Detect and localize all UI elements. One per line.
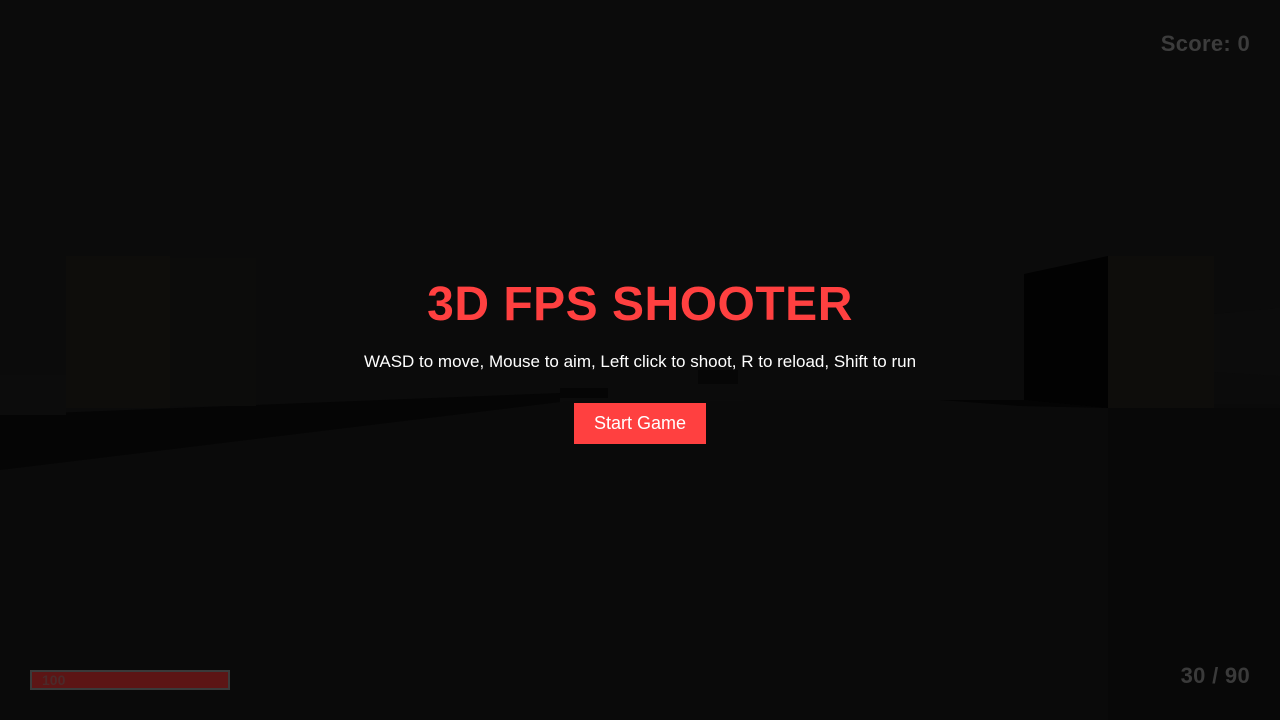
- health-bar: 100: [30, 670, 230, 690]
- score-display: Score: 0: [1160, 31, 1250, 56]
- health-value: 100: [42, 672, 66, 688]
- controls-instructions: WASD to move, Mouse to aim, Left click t…: [363, 352, 917, 371]
- start-game-button[interactable]: Start Game: [574, 403, 706, 444]
- ammo-display: 30 / 90: [1180, 663, 1250, 688]
- game-title: 3D FPS SHOOTER: [427, 278, 853, 331]
- game-viewport[interactable]: Score: 0 100 30 / 90 3D FPS SHOOTER WASD…: [0, 0, 1280, 720]
- start-menu: 3D FPS SHOOTER WASD to move, Mouse to ai…: [0, 278, 1280, 444]
